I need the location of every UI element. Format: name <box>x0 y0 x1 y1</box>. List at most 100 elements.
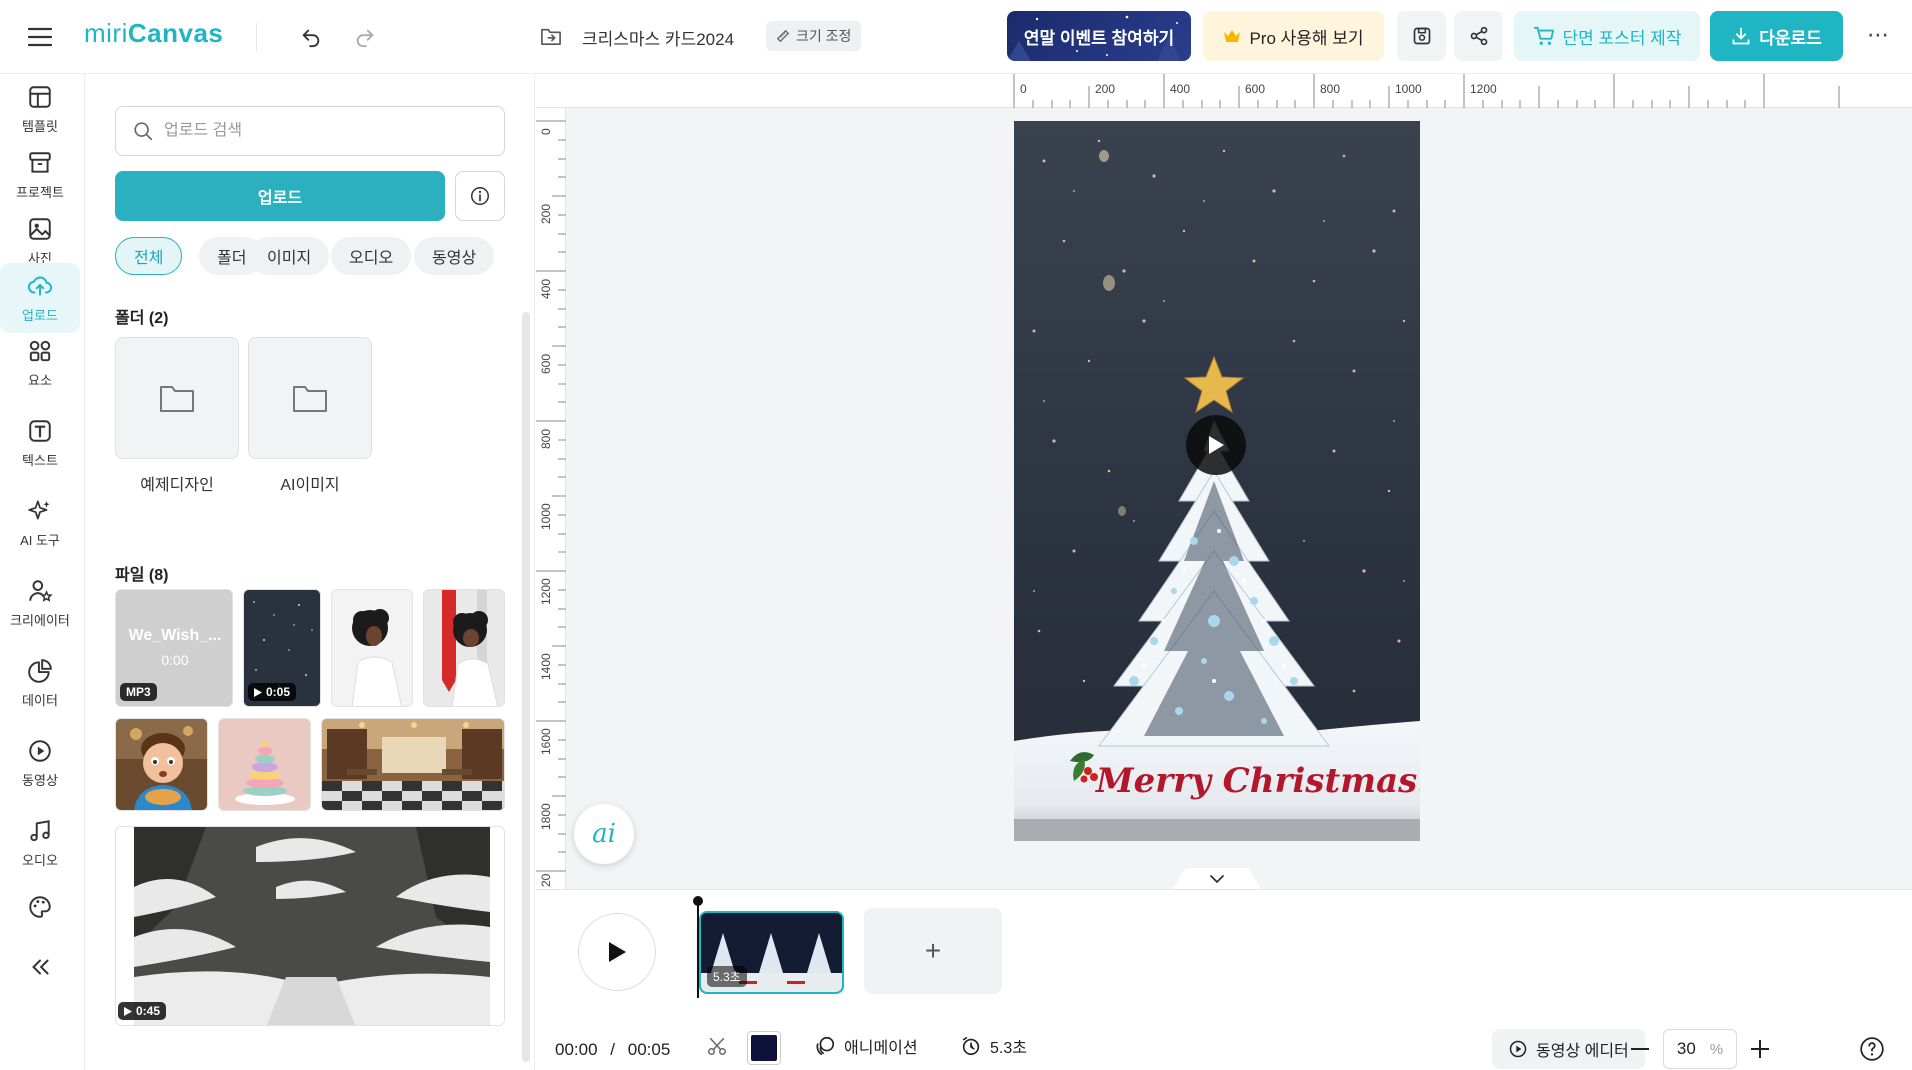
greeting-text[interactable]: Merry Christmas! <box>1095 761 1420 801</box>
download-button[interactable]: 다운로드 <box>1710 11 1843 61</box>
rail-item-theme[interactable] <box>0 877 80 937</box>
split-tool-button[interactable] <box>706 1026 728 1066</box>
rail-item-projects[interactable]: 프로젝트 <box>0 140 80 210</box>
video-duration-badge: 0:05 <box>248 683 297 701</box>
duration-button[interactable]: 5.3초 <box>960 1026 1027 1066</box>
play-button[interactable] <box>578 913 656 991</box>
folder-card[interactable] <box>115 337 239 459</box>
event-banner-button[interactable]: 연말 이벤트 참여하기 <box>1007 11 1191 61</box>
ruler-label: 1600 <box>539 728 553 755</box>
rail-item-elements[interactable]: 요소 <box>0 328 80 398</box>
collapse-sidebar-icon[interactable] <box>0 942 80 992</box>
rail-item-text[interactable]: 텍스트 <box>0 408 80 478</box>
folder-move-icon[interactable] <box>538 23 564 49</box>
ruler-label: 1800 <box>539 803 553 830</box>
video-duration-label: 0:45 <box>136 1004 161 1018</box>
rail-item-audio[interactable]: 오디오 <box>0 808 80 878</box>
rail-label: 업로드 <box>22 307 58 323</box>
playhead-handle[interactable] <box>693 896 703 906</box>
files-heading: 파일 (8) <box>115 567 169 584</box>
folder-card[interactable] <box>248 337 372 459</box>
info-button[interactable] <box>455 171 505 221</box>
hamburger-menu-icon[interactable] <box>24 22 56 52</box>
pro-trial-button[interactable]: Pro 사용해 보기 <box>1203 11 1384 61</box>
animation-button[interactable]: 애니메이션 <box>814 1026 918 1066</box>
rail-label: 텍스트 <box>22 452 58 468</box>
redo-icon[interactable] <box>350 22 380 52</box>
image-file-thumbnail[interactable] <box>423 589 505 707</box>
zoom-input[interactable]: 30 % <box>1663 1029 1737 1069</box>
rail-item-data[interactable]: 데이터 <box>0 648 80 718</box>
top-bar: miriCanvas 크리스마스 카드2024 크기 조정 연말 이벤트 참여하… <box>0 0 1912 74</box>
ruler-label: 200 <box>1095 82 1116 96</box>
image-file-thumbnail[interactable] <box>115 718 208 811</box>
design-page[interactable]: Merry Christmas! <box>1014 121 1420 841</box>
ruler-label: 1000 <box>539 503 553 530</box>
image-file-thumbnail[interactable] <box>321 718 505 811</box>
more-options-icon[interactable]: ⋯ <box>1860 20 1896 50</box>
image-file-thumbnail[interactable] <box>331 589 413 707</box>
rail-label: 데이터 <box>22 692 58 708</box>
image-file-thumbnail[interactable] <box>218 718 311 811</box>
animation-icon <box>816 1036 835 1056</box>
rail-item-templates[interactable]: 템플릿 <box>0 74 80 144</box>
horizontal-ruler: 0 200 400 600 800 1000 1200 <box>536 74 1912 108</box>
scissors-icon <box>708 1037 726 1055</box>
ruler-label: 1000 <box>1395 82 1422 96</box>
search-field[interactable] <box>115 106 505 156</box>
play-preview-icon[interactable] <box>1186 415 1246 475</box>
document-title[interactable]: 크리스마스 카드2024 <box>582 25 734 50</box>
save-button[interactable] <box>1397 11 1446 61</box>
timeline-panel: 5.3초 + 00:00 / 00:05 애니메이션 5.3초 동영상 에디터 … <box>536 889 1912 1070</box>
zoom-value[interactable]: 30 <box>1677 1039 1696 1059</box>
ruler-label: 20 <box>539 873 553 887</box>
cloud-upload-icon <box>27 276 53 296</box>
ruler-label: 0 <box>539 128 553 135</box>
filter-chip-image[interactable]: 이미지 <box>249 237 330 275</box>
app-logo[interactable]: miriCanvas <box>84 18 223 49</box>
time-separator: / <box>610 1040 616 1059</box>
background-color-swatch[interactable] <box>747 1031 781 1065</box>
playhead[interactable] <box>697 898 699 998</box>
resize-button[interactable]: 크기 조정 <box>766 21 862 51</box>
sparkle-icon <box>28 499 50 519</box>
panel-scrollbar[interactable] <box>522 312 530 1062</box>
rail-item-ai-tools[interactable]: AI 도구 <box>0 488 80 558</box>
help-icon[interactable] <box>1859 1036 1885 1062</box>
share-button[interactable] <box>1454 11 1503 61</box>
video-file-thumbnail[interactable]: 0:05 <box>243 589 321 707</box>
filter-chip-audio[interactable]: 오디오 <box>331 237 412 275</box>
christmas-card-artwork: Merry Christmas! <box>1014 121 1420 841</box>
rail-item-creator[interactable]: 크리에이터 <box>0 568 80 638</box>
creator-icon <box>29 579 53 602</box>
video-file-thumbnail[interactable]: 0:45 <box>115 826 505 1026</box>
upload-button[interactable]: 업로드 <box>115 171 445 221</box>
collapse-timeline-icon[interactable] <box>1172 868 1262 889</box>
canvas-workspace[interactable]: 0 200 400 600 800 1000 1200 0 200 400 60… <box>536 74 1912 889</box>
archive-icon <box>29 151 51 173</box>
ruler-label: 1200 <box>1470 82 1497 96</box>
total-time: 00:05 <box>627 1040 671 1059</box>
search-input[interactable] <box>164 122 464 140</box>
filter-chip-all[interactable]: 전체 <box>115 237 183 275</box>
timeline-clip[interactable]: 5.3초 <box>699 911 844 994</box>
zoom-out-button[interactable] <box>1622 1030 1658 1068</box>
rail-item-video[interactable]: 동영상 <box>0 728 80 798</box>
undo-icon[interactable] <box>296 22 326 52</box>
filter-chip-video[interactable]: 동영상 <box>414 237 495 275</box>
palette-icon <box>29 896 51 918</box>
vertical-ruler: 0 200 400 600 800 1000 1200 1400 1600 18… <box>536 108 566 889</box>
add-clip-button[interactable]: + <box>864 908 1002 994</box>
ai-assistant-button[interactable]: ai <box>574 804 634 864</box>
ruler-label: 600 <box>539 353 553 374</box>
snowy-forest-image <box>116 827 504 1025</box>
zoom-in-button[interactable] <box>1742 1030 1778 1068</box>
ruler-label: 800 <box>1320 82 1341 96</box>
rail-item-upload[interactable]: 업로드 <box>0 263 80 333</box>
upload-panel: 업로드 전체 폴더 이미지 오디오 동영상 폴더 (2) 예제디자인 AI이미지… <box>85 74 535 1070</box>
folders-heading: 폴더 (2) <box>115 310 169 327</box>
audio-file-thumbnail[interactable]: We_Wish_... 0:00 MP3 <box>115 589 233 707</box>
zoom-unit: % <box>1709 1040 1724 1058</box>
save-icon <box>1413 27 1430 45</box>
poster-print-button[interactable]: 단면 포스터 제작 <box>1514 11 1700 61</box>
